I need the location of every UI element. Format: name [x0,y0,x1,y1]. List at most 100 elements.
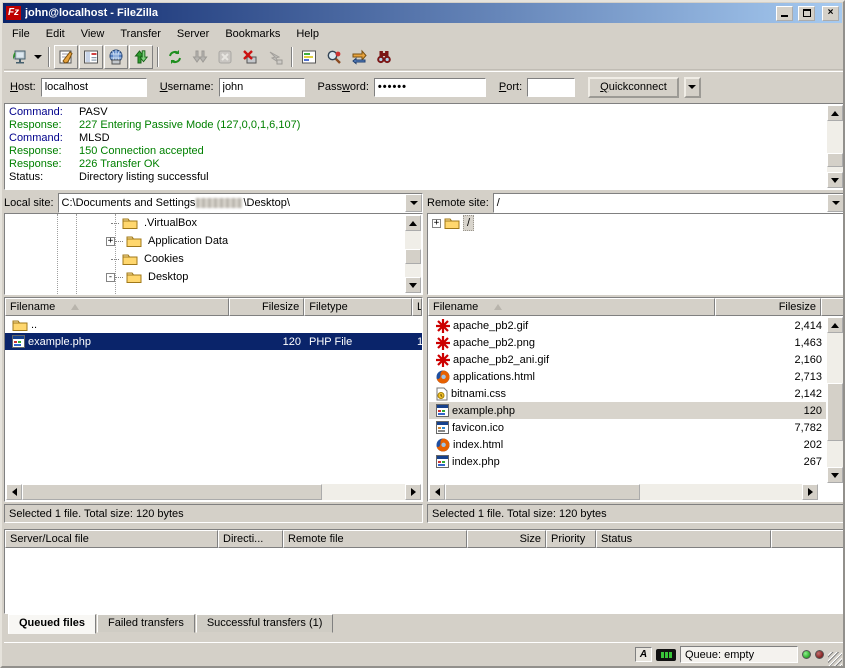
refresh-button[interactable] [163,45,187,69]
local-site-combo-dropdown[interactable] [405,194,422,212]
column-header-direction[interactable]: Directi... [218,530,283,548]
tree-item-label[interactable]: Desktop [145,270,191,284]
compare-button[interactable] [322,45,346,69]
remote-file-row[interactable]: bitnami.css 2,142 [429,385,826,402]
log-scrollbar-thumb[interactable] [827,153,843,167]
local-tree-scroll-up-button[interactable] [405,215,421,231]
reconnect-button[interactable] [263,45,287,69]
column-header-status[interactable]: Status [596,530,771,548]
remote-file-row[interactable]: applications.html 2,713 [429,368,826,385]
column-header-filename[interactable]: Filename [5,298,229,316]
tab-successful-transfers[interactable]: Successful transfers (1) [196,614,334,633]
title-bar[interactable]: Fz john@localhost - FileZilla × [3,3,842,23]
column-header-filesize[interactable]: Filesize [715,298,821,316]
local-list-hscrollbar-track[interactable] [22,484,405,500]
local-tree-scroll-down-button[interactable] [405,277,421,293]
menu-help[interactable]: Help [288,26,327,42]
remote-list-scroll-down-button[interactable] [827,467,843,483]
log-scrollbar-track[interactable] [827,121,843,172]
menu-bookmarks[interactable]: Bookmarks [217,26,288,42]
maximize-button[interactable] [798,6,815,21]
tree-item-label[interactable]: / [463,215,474,231]
remote-list-hscrollbar-thumb[interactable] [445,484,640,500]
tab-queued-files[interactable]: Queued files [8,614,96,634]
site-manager-dropdown[interactable] [32,46,44,68]
collapse-minus-icon[interactable]: - [106,273,115,282]
column-header-last-modified[interactable]: L [412,298,422,316]
sync-browsing-button[interactable] [347,45,371,69]
local-list-hscrollbar-thumb[interactable] [22,484,322,500]
find-button[interactable] [372,45,396,69]
tree-item-label[interactable]: Cookies [141,252,187,266]
password-input[interactable] [374,78,486,97]
column-header-filesize[interactable]: Filesize [229,298,304,316]
resize-grip[interactable] [828,652,842,666]
quickconnect-button[interactable]: Quickconnect [588,77,679,98]
remote-list-scroll-left-button[interactable] [429,484,445,500]
site-manager-button[interactable] [7,45,31,69]
quickconnect-dropdown[interactable] [684,77,701,98]
local-list-scroll-right-button[interactable] [405,484,421,500]
tab-failed-transfers[interactable]: Failed transfers [97,614,195,633]
column-header-filename[interactable]: Filename [428,298,715,316]
tree-item[interactable]: .VirtualBox [5,214,422,232]
menu-transfer[interactable]: Transfer [112,26,169,42]
username-input[interactable] [219,78,305,97]
column-header-filetype[interactable]: Filetype [304,298,412,316]
tree-item[interactable]: - Desktop [5,268,422,286]
toggle-message-log-button[interactable] [54,45,78,69]
cancel-operation-button[interactable] [213,45,237,69]
log-scroll-up-button[interactable] [827,105,843,121]
local-file-row-selected[interactable]: example.php 120 PHP File 1 [5,333,422,350]
toggle-remote-tree-button[interactable] [104,45,128,69]
tree-item-label[interactable]: .VirtualBox [141,216,200,230]
remote-file-row[interactable]: index.html 202 [429,436,826,453]
local-file-row[interactable]: .. [5,316,422,333]
port-input[interactable] [527,78,575,97]
local-tree-scrollbar-thumb[interactable] [405,249,421,264]
menu-server[interactable]: Server [169,26,217,42]
toggle-local-tree-button[interactable] [79,45,103,69]
local-site-combo[interactable]: C:\Documents and Settings\Desktop\ [58,193,423,213]
remote-site-combo[interactable]: / [493,193,845,213]
remote-file-row-selected[interactable]: example.php 120 [429,402,826,419]
log-scroll-down-button[interactable] [827,172,843,188]
disconnect-button[interactable] [238,45,262,69]
local-tree-scrollbar-track[interactable] [405,231,421,277]
filter-button[interactable] [297,45,321,69]
menu-file[interactable]: File [4,26,38,42]
remote-file-row[interactable]: favicon.ico 7,782 [429,419,826,436]
remote-file-row[interactable]: apache_pb2.png 1,463 [429,334,826,351]
menu-view[interactable]: View [73,26,113,42]
host-input[interactable] [41,78,147,97]
tree-connector [111,223,119,224]
remote-list-scroll-right-button[interactable] [802,484,818,500]
maximize-icon [803,9,811,17]
column-header-priority[interactable]: Priority [546,530,596,548]
process-queue-button[interactable] [188,45,212,69]
menu-edit[interactable]: Edit [38,26,73,42]
toggle-queue-button[interactable] [129,45,153,69]
column-header-remote-file[interactable]: Remote file [283,530,467,548]
remote-file-row[interactable]: apache_pb2_ani.gif 2,160 [429,351,826,368]
remote-list-vscrollbar-track[interactable] [827,333,843,467]
column-header-server-local-file[interactable]: Server/Local file [5,530,218,548]
expand-plus-icon[interactable]: + [106,237,115,246]
expand-plus-icon[interactable]: + [432,219,441,228]
tree-item[interactable]: + / [428,214,844,232]
ascii-datatype-icon[interactable]: A [635,647,652,662]
remote-file-row[interactable]: apache_pb2.gif 2,414 [429,317,826,334]
column-header-size[interactable]: Size [467,530,546,548]
remote-list-vscrollbar-thumb[interactable] [827,383,843,441]
speedlimit-icon[interactable] [656,649,676,661]
tree-item[interactable]: Cookies [5,250,422,268]
tree-item-label[interactable]: Application Data [145,234,231,248]
remote-site-combo-dropdown[interactable] [827,194,844,212]
local-list-scroll-left-button[interactable] [6,484,22,500]
close-button[interactable]: × [822,6,839,21]
remote-list-hscrollbar-track[interactable] [445,484,802,500]
tree-item[interactable]: + Application Data [5,232,422,250]
minimize-button[interactable] [776,6,793,21]
remote-file-row[interactable]: index.php 267 [429,453,826,470]
remote-list-scroll-up-button[interactable] [827,317,843,333]
